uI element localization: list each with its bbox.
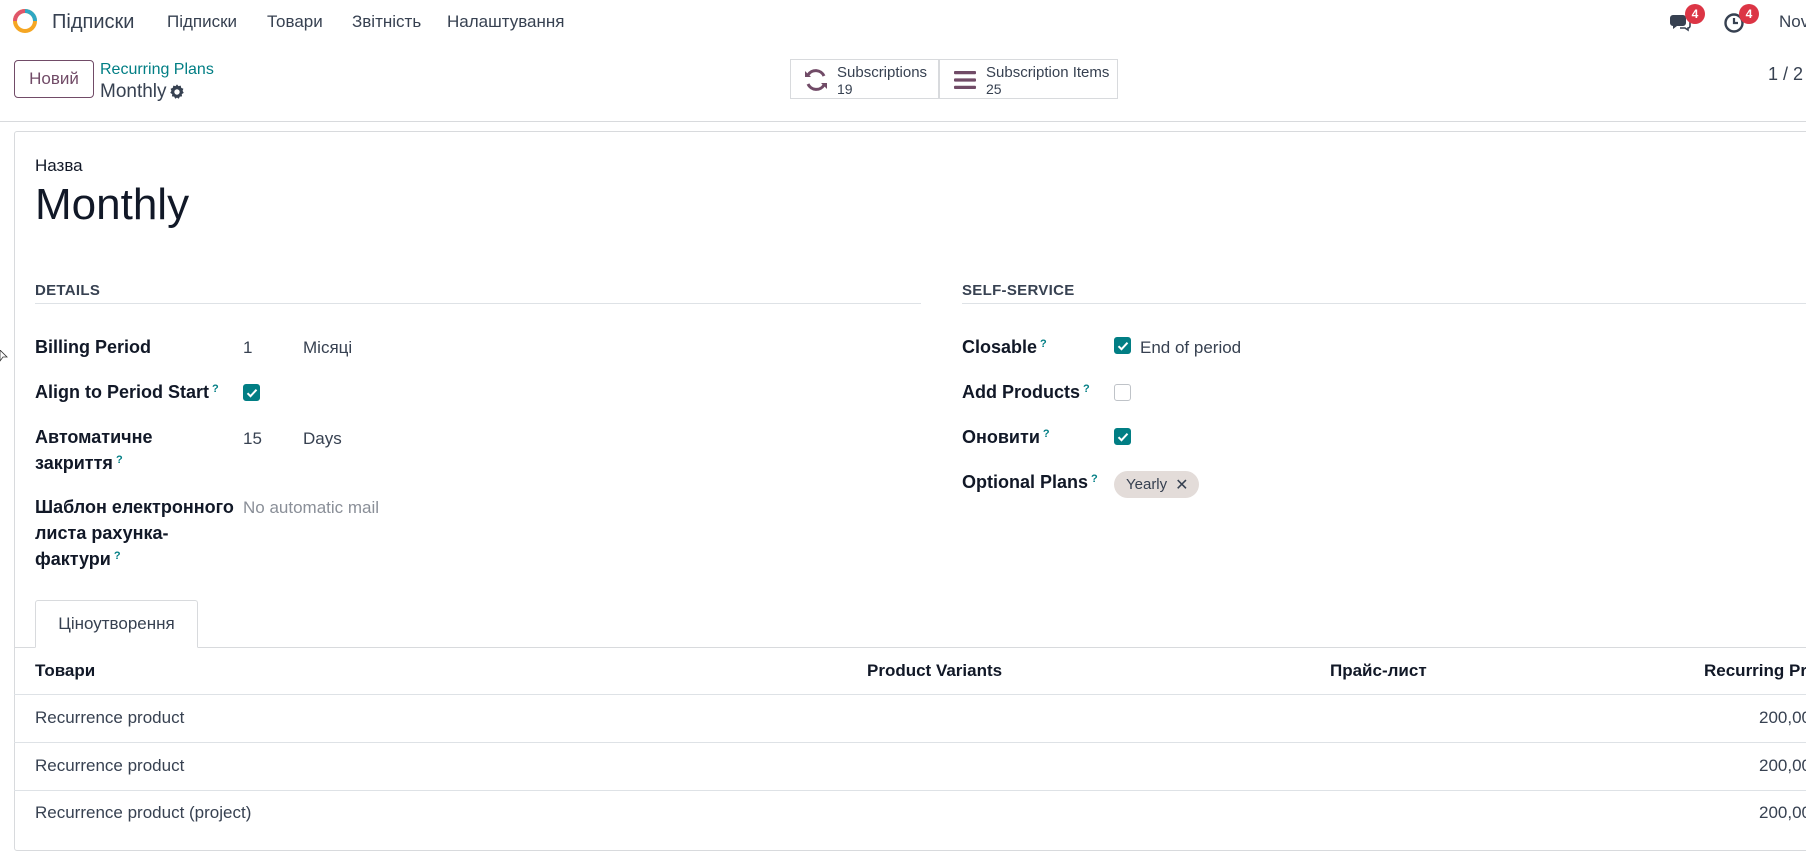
breadcrumb-recurring-plans[interactable]: Recurring Plans [100, 61, 214, 79]
billing-period-unit[interactable]: Місяці [303, 338, 352, 358]
menu-products[interactable]: Товари [267, 12, 323, 32]
cell-price: 200,00 [1759, 756, 1806, 775]
tab-pricing[interactable]: Ціноутворення [35, 600, 198, 648]
self-service-section-title: SELF-SERVICE [962, 282, 1075, 299]
optional-plan-tag[interactable]: Yearly ✕ [1114, 471, 1199, 498]
auto-close-unit[interactable]: Days [303, 429, 342, 449]
menu-settings[interactable]: Налаштування [447, 12, 565, 32]
column-header-variants[interactable]: Product Variants [867, 661, 1002, 681]
help-icon[interactable]: ? [212, 383, 219, 395]
billing-period-label: Billing Period [35, 337, 152, 357]
table-row[interactable] [14, 791, 1806, 838]
align-period-label: Align to Period Start? [35, 382, 219, 402]
help-icon[interactable]: ? [1040, 338, 1047, 350]
align-period-checkbox[interactable] [243, 384, 260, 401]
list-icon [954, 71, 976, 89]
cell-product: Recurrence product [35, 708, 185, 727]
top-navbar: Підписки Підписки Товари Звітність Налаш… [0, 0, 1806, 42]
auto-close-label: Автоматичне закриття? [35, 427, 153, 473]
billing-period-value[interactable]: 1 [243, 338, 252, 358]
help-icon[interactable]: ? [1043, 428, 1050, 440]
menu-subscriptions[interactable]: Підписки [167, 12, 237, 32]
cell-product: Recurrence product (project) [35, 803, 252, 822]
cell-price: 200,00 [1759, 803, 1806, 822]
help-icon[interactable]: ? [1083, 383, 1090, 395]
smart-button-label: Subscription Items [986, 64, 1110, 81]
details-divider [35, 303, 921, 304]
subscription-items-smart-button[interactable]: Subscription Items 25 [939, 59, 1118, 99]
checkmark-icon [1117, 433, 1129, 442]
tab-divider [14, 647, 1806, 648]
control-panel: Новий Recurring Plans Monthly Subscripti… [0, 42, 1806, 122]
renew-label: Оновити? [962, 427, 1050, 447]
column-header-pricelist[interactable]: Прайс-лист [1330, 661, 1427, 681]
table-row[interactable] [14, 743, 1806, 790]
column-header-recurring-price[interactable]: Recurring Pri [1704, 661, 1806, 681]
breadcrumb-current: Monthly [100, 81, 167, 102]
invoice-template-label: Шаблон електронного листа рахунка- факту… [35, 497, 234, 569]
optional-plans-label: Optional Plans? [962, 472, 1098, 492]
name-label: Назва [35, 156, 83, 175]
messages-badge: 4 [1685, 4, 1705, 24]
remove-tag-icon[interactable]: ✕ [1175, 475, 1188, 495]
subscriptions-smart-button[interactable]: Subscriptions 19 [790, 59, 939, 99]
cell-price: 200,00 [1759, 708, 1806, 727]
user-menu[interactable]: Nov [1779, 12, 1806, 32]
app-name[interactable]: Підписки [52, 11, 134, 34]
details-section-title: DETAILS [35, 282, 101, 299]
checkmark-icon [1117, 342, 1129, 351]
help-icon[interactable]: ? [116, 454, 123, 466]
invoice-template-field[interactable]: No automatic mail [243, 498, 379, 518]
menu-reporting[interactable]: Звітність [352, 12, 421, 32]
renew-checkbox[interactable] [1114, 428, 1131, 445]
smart-button-value: 19 [837, 81, 853, 97]
smart-button-value: 25 [986, 81, 1002, 97]
add-products-label: Add Products? [962, 382, 1090, 402]
refresh-icon [805, 69, 827, 91]
name-input[interactable]: Monthly [35, 180, 189, 230]
tag-label: Yearly [1126, 476, 1168, 493]
new-button[interactable]: Новий [14, 60, 94, 98]
closable-option-text[interactable]: End of period [1140, 338, 1241, 358]
closable-label: Closable? [962, 337, 1047, 357]
closable-checkbox[interactable] [1114, 337, 1131, 354]
smart-button-label: Subscriptions [837, 64, 928, 81]
add-products-checkbox[interactable] [1114, 384, 1131, 401]
table-row[interactable] [14, 695, 1806, 742]
help-icon[interactable]: ? [114, 550, 121, 562]
pager[interactable]: 1 / 2 [1768, 64, 1803, 85]
activities-badge: 4 [1739, 4, 1759, 24]
gear-icon[interactable] [168, 83, 186, 101]
mouse-cursor-icon [0, 350, 8, 362]
column-header-products[interactable]: Товари [35, 661, 95, 681]
help-icon[interactable]: ? [1091, 473, 1098, 485]
self-service-divider [962, 303, 1806, 304]
cell-product: Recurrence product [35, 756, 185, 775]
auto-close-value[interactable]: 15 [243, 429, 262, 449]
checkmark-icon [246, 389, 258, 398]
odoo-logo-icon[interactable] [12, 8, 38, 34]
